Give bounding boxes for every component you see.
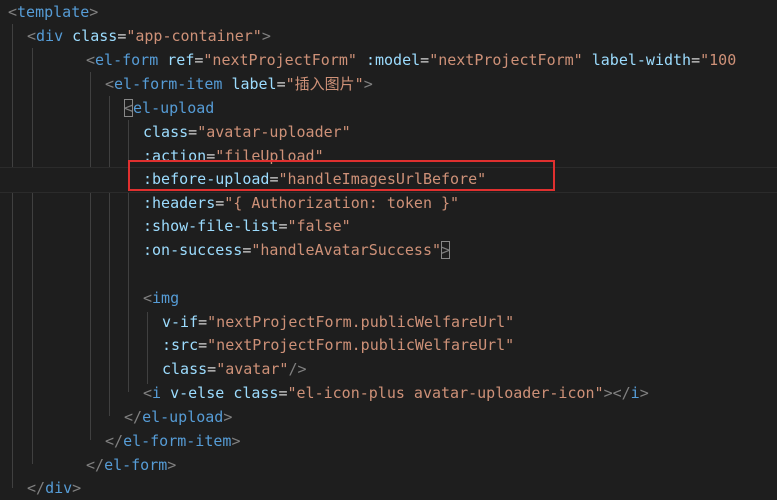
token: </ xyxy=(86,456,105,474)
token: div xyxy=(36,27,64,45)
token: = xyxy=(691,51,701,69)
code-line[interactable]: :headers="{ Authorization: token }" xyxy=(0,191,777,215)
token: "avatar" xyxy=(216,360,289,378)
token: = xyxy=(188,123,198,141)
code-line[interactable]: class="avatar"/> xyxy=(0,357,777,381)
token: el-upload xyxy=(142,408,224,426)
token: img xyxy=(152,289,180,307)
token: > xyxy=(223,408,233,426)
token: = xyxy=(278,217,288,235)
token: > xyxy=(72,479,82,497)
token: :src xyxy=(162,336,199,354)
code-line[interactable]: </el-form> xyxy=(0,453,777,477)
token: label-width xyxy=(591,51,692,69)
token: < xyxy=(8,3,18,21)
token: class xyxy=(162,360,208,378)
code-line[interactable]: v-if="nextProjectForm.publicWelfareUrl" xyxy=(0,310,777,334)
token: "100 xyxy=(700,51,737,69)
token: > xyxy=(441,241,451,259)
token: < xyxy=(27,27,37,45)
token: el-form-item xyxy=(114,75,223,93)
token: v-if xyxy=(162,313,199,331)
token: class xyxy=(143,123,189,141)
token: </ xyxy=(105,432,124,450)
token: "nextProjectForm" xyxy=(203,51,357,69)
token: < xyxy=(124,99,134,117)
token: :headers xyxy=(143,194,216,212)
token: class xyxy=(72,27,118,45)
token: "nextProjectForm.publicWelfareUrl" xyxy=(207,336,515,354)
token: div xyxy=(45,479,73,497)
code-line[interactable]: </el-upload> xyxy=(0,405,777,429)
token: "false" xyxy=(287,217,351,235)
token: "nextProjectForm.publicWelfareUrl" xyxy=(207,313,515,331)
token: ref xyxy=(167,51,195,69)
token: = xyxy=(215,194,225,212)
code-line[interactable]: :src="nextProjectForm.publicWelfareUrl" xyxy=(0,333,777,357)
token: > xyxy=(167,456,177,474)
code-line[interactable]: </el-form-item> xyxy=(0,429,777,453)
code-line[interactable]: <div class="app-container"> xyxy=(0,24,777,48)
token: template xyxy=(17,3,90,21)
token: v-else xyxy=(170,384,225,402)
token: :model xyxy=(365,51,421,69)
token: > xyxy=(89,3,99,21)
code-line[interactable]: <template> xyxy=(0,0,777,24)
code-line[interactable] xyxy=(0,262,777,286)
token: = xyxy=(117,27,127,45)
token: = xyxy=(207,360,217,378)
token: class xyxy=(233,384,279,402)
code-line[interactable]: :show-file-list="false" xyxy=(0,214,777,238)
token: el-form-item xyxy=(123,432,232,450)
code-line[interactable]: </div> xyxy=(0,476,777,500)
token: i xyxy=(630,384,640,402)
token: /> xyxy=(288,360,307,378)
token: "插入图片" xyxy=(285,75,364,93)
token: = xyxy=(198,336,208,354)
token: "avatar-uploader" xyxy=(197,123,351,141)
code-line[interactable]: <img xyxy=(0,286,777,310)
code-line[interactable]: <el-form ref="nextProjectForm" :model="n… xyxy=(0,48,777,72)
token: el-form xyxy=(95,51,159,69)
code-line[interactable]: class="avatar-uploader" xyxy=(0,120,777,144)
token: </ xyxy=(27,479,46,497)
code-line[interactable]: :on-success="handleAvatarSuccess"> xyxy=(0,238,777,262)
token: < xyxy=(86,51,96,69)
token: el-form xyxy=(104,456,168,474)
token: ></ xyxy=(603,384,631,402)
token: "{ Authorization: token }" xyxy=(224,194,460,212)
code-line[interactable]: <el-form-item label="插入图片"> xyxy=(0,72,777,96)
token: < xyxy=(143,384,153,402)
token: el-upload xyxy=(133,99,215,117)
code-editor[interactable]: <template> <div class="app-container"> <… xyxy=(0,0,777,499)
token: label xyxy=(231,75,277,93)
token: < xyxy=(105,75,115,93)
token: = xyxy=(420,51,430,69)
token: i xyxy=(152,384,162,402)
token: = xyxy=(276,75,286,93)
token: = xyxy=(278,384,288,402)
token: "nextProjectForm" xyxy=(429,51,583,69)
token: < xyxy=(143,289,153,307)
token: "app-container" xyxy=(126,27,262,45)
token: > xyxy=(261,27,271,45)
token: > xyxy=(231,432,241,450)
token: :on-success xyxy=(143,241,243,259)
token: :show-file-list xyxy=(143,217,279,235)
code-line[interactable]: <i v-else class="el-icon-plus avatar-upl… xyxy=(0,381,777,405)
token: > xyxy=(363,75,373,93)
token: "el-icon-plus avatar-uploader-icon" xyxy=(287,384,604,402)
token: > xyxy=(639,384,649,402)
code-line[interactable]: <el-upload xyxy=(0,96,777,120)
token: = xyxy=(198,313,208,331)
token: "handleAvatarSuccess" xyxy=(251,241,442,259)
annotation-highlight-box xyxy=(128,160,555,191)
token: </ xyxy=(124,408,143,426)
